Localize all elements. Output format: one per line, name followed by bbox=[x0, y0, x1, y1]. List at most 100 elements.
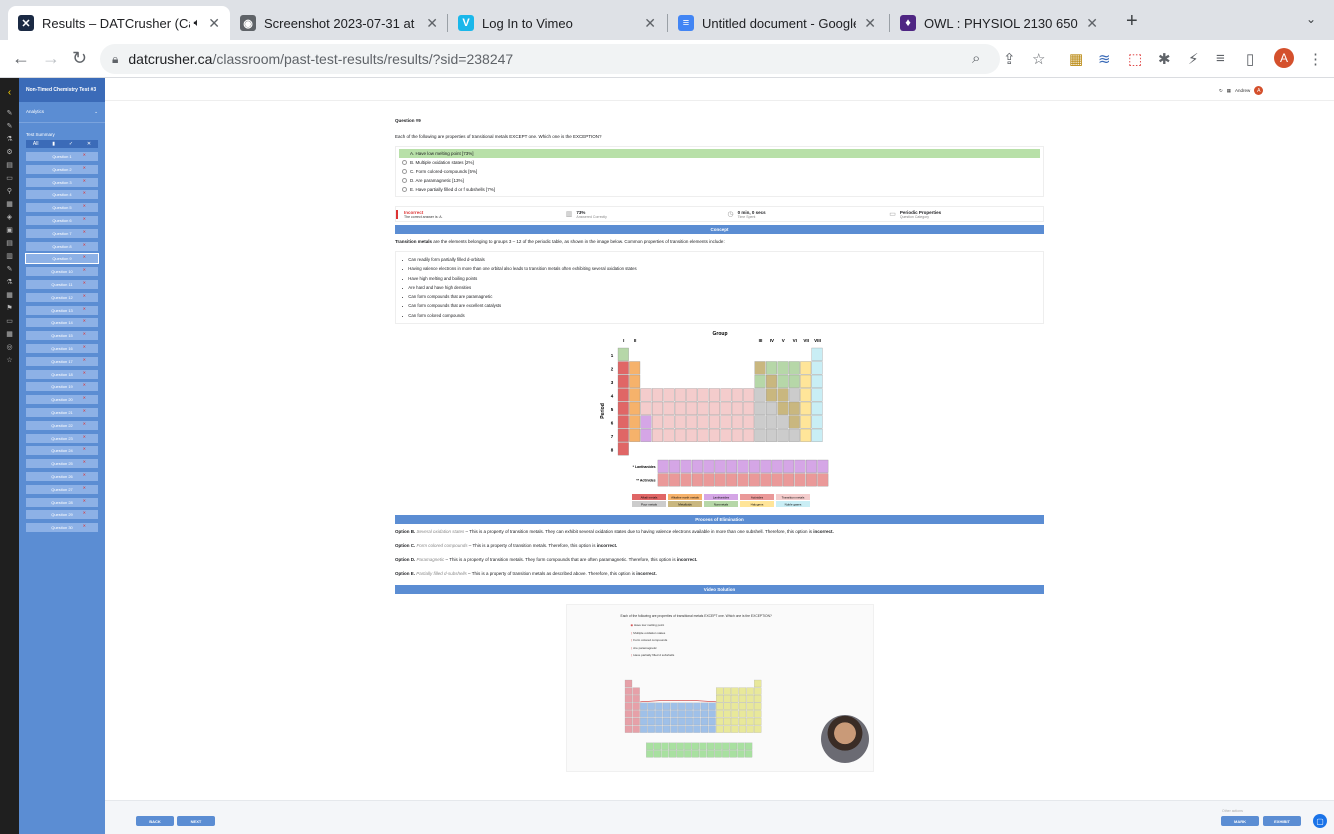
sidebar-question-22[interactable]: Question 22 ✕ bbox=[26, 420, 98, 430]
analytics-dropdown[interactable]: Analytics ⌄ bbox=[19, 102, 105, 123]
puzzle-extensions-icon[interactable]: ✱ bbox=[1158, 50, 1171, 68]
rail-icon-5[interactable]: ▤ bbox=[0, 158, 19, 171]
extension-2-icon[interactable]: ≋ bbox=[1098, 50, 1111, 68]
rail-icon-13[interactable]: ✎ bbox=[0, 262, 19, 275]
sidebar-question-15[interactable]: Question 15 ✕ bbox=[26, 331, 98, 341]
video-element-cell bbox=[631, 725, 640, 733]
sidebar-question-1[interactable]: Question 1 ✕ bbox=[26, 152, 98, 161]
sidebar-question-30[interactable]: Question 30 ✕ bbox=[26, 523, 98, 533]
performance-icon[interactable]: ⚡︎ bbox=[1188, 50, 1199, 68]
rail-icon-9[interactable]: ◈ bbox=[0, 210, 19, 223]
filter-correct-button[interactable]: ✓ bbox=[69, 141, 73, 147]
calculator-icon[interactable]: ▦ bbox=[1227, 88, 1231, 94]
back-arrow-icon[interactable]: ← bbox=[12, 48, 30, 69]
user-menu[interactable]: ↻ ▦ Andrew A bbox=[1219, 86, 1264, 95]
sidebar-question-19[interactable]: Question 19 ✕ bbox=[26, 382, 98, 392]
tab-close-icon[interactable]: ✕ bbox=[864, 15, 876, 32]
tab-1[interactable]: ✕ Results – DATCrusher (Can 🔈︎ ✕ bbox=[8, 6, 230, 40]
rail-icon-16[interactable]: ⚑ bbox=[0, 301, 19, 314]
pdf-extension-icon[interactable]: ⬚ bbox=[1128, 50, 1142, 68]
rail-icon-17[interactable]: ▭ bbox=[0, 314, 19, 327]
rail-icon-7[interactable]: ⚲ bbox=[0, 184, 19, 197]
collapse-chevron-icon[interactable]: ‹ bbox=[0, 78, 19, 106]
zoom-icon[interactable]: ⌕ bbox=[972, 50, 980, 67]
sidebar-question-11[interactable]: Question 11 ✕ bbox=[26, 279, 98, 289]
filter-marked-button[interactable]: ▮ bbox=[52, 141, 55, 147]
sidebar-question-18[interactable]: Question 18 ✕ bbox=[26, 369, 98, 379]
filter-incorrect-button[interactable]: ✕ bbox=[87, 141, 91, 147]
answer-option-e[interactable]: E. Have partially filled d or f subshell… bbox=[399, 185, 1040, 194]
sidebar-question-25[interactable]: Question 25 ✕ bbox=[26, 459, 98, 469]
answer-option-b[interactable]: B. Multiple oxidation states [2%] bbox=[399, 158, 1040, 167]
rail-icon-20[interactable]: ☆ bbox=[0, 353, 19, 366]
rail-icon-14[interactable]: ⚗ bbox=[0, 275, 19, 288]
sidebar-question-4[interactable]: Question 4 ✕ bbox=[26, 190, 98, 200]
tab-5[interactable]: ♦ OWL : PHYSIOL 2130 650 SU2 ✕ bbox=[890, 6, 1108, 40]
sidebar-question-9[interactable]: Question 9 ✕ bbox=[25, 253, 99, 265]
sidebar-question-16[interactable]: Question 16 ✕ bbox=[26, 343, 98, 353]
rail-icon-18[interactable]: ▦ bbox=[0, 327, 19, 340]
bookmark-star-icon[interactable]: ☆ bbox=[1032, 50, 1045, 68]
answer-option-a[interactable]: A. Have low melting point [73%] bbox=[399, 149, 1040, 158]
sidebar-question-10[interactable]: Question 10 ✕ bbox=[26, 267, 98, 277]
sidebar-question-28[interactable]: Question 28 ✕ bbox=[26, 497, 98, 507]
sidebar-question-14[interactable]: Question 14 ✕ bbox=[26, 318, 98, 328]
chat-bubble-icon[interactable]: ▢ bbox=[1313, 814, 1327, 828]
rail-icon-12[interactable]: ▥ bbox=[0, 249, 19, 262]
sidebar-question-21[interactable]: Question 21 ✕ bbox=[26, 407, 98, 417]
rail-icon-3[interactable]: ⚗ bbox=[0, 132, 19, 145]
sidebar-question-5[interactable]: Question 5 ✕ bbox=[26, 203, 98, 213]
sidebar-question-13[interactable]: Question 13 ✕ bbox=[26, 305, 98, 315]
rail-icon-10[interactable]: ▣ bbox=[0, 223, 19, 236]
sidebar-question-6[interactable]: Question 6 ✕ bbox=[26, 215, 98, 225]
rail-icon-11[interactable]: ▤ bbox=[0, 236, 19, 249]
rail-icon-15[interactable]: ▦ bbox=[0, 288, 19, 301]
sidebar-question-27[interactable]: Question 27 ✕ bbox=[26, 484, 98, 494]
tab-audio-icon[interactable]: 🔈︎ bbox=[194, 17, 201, 30]
tab-search-chevron-icon[interactable]: ⌄ bbox=[1306, 12, 1316, 26]
filter-all-button[interactable]: All bbox=[33, 141, 39, 147]
sidebar-question-23[interactable]: Question 23 ✕ bbox=[26, 433, 98, 443]
forward-arrow-icon[interactable]: → bbox=[42, 48, 60, 69]
tab-close-icon[interactable]: ✕ bbox=[1086, 15, 1098, 32]
sidebar-question-20[interactable]: Question 20 ✕ bbox=[26, 395, 98, 405]
profile-avatar[interactable]: A bbox=[1274, 48, 1294, 68]
refresh-icon[interactable]: ↻ bbox=[1219, 88, 1223, 94]
tab-close-icon[interactable]: ✕ bbox=[426, 15, 438, 32]
exhibit-button[interactable]: EXHIBIT bbox=[1263, 816, 1301, 826]
answer-option-d[interactable]: D. Are paramagnetic [13%] bbox=[399, 176, 1040, 185]
tab-close-icon[interactable]: ✕ bbox=[644, 15, 656, 32]
sidebar-question-24[interactable]: Question 24 ✕ bbox=[26, 446, 98, 456]
mark-button[interactable]: MARK bbox=[1221, 816, 1259, 826]
share-icon[interactable]: ⇪ bbox=[1003, 50, 1016, 68]
rail-icon-2[interactable]: ✎ bbox=[0, 119, 19, 132]
rail-icon-6[interactable]: ▭ bbox=[0, 171, 19, 184]
sidebar-question-12[interactable]: Question 12 ✕ bbox=[26, 292, 98, 302]
sidebar-question-26[interactable]: Question 26 ✕ bbox=[26, 471, 98, 481]
rail-icon-4[interactable]: ⚙ bbox=[0, 145, 19, 158]
next-button[interactable]: NEXT bbox=[177, 816, 215, 826]
sidebar-question-3[interactable]: Question 3 ✕ bbox=[26, 177, 98, 187]
sidebar-question-29[interactable]: Question 29 ✕ bbox=[26, 510, 98, 520]
reload-icon[interactable]: ↻ bbox=[72, 48, 87, 69]
sidebar-question-2[interactable]: Question 2 ✕ bbox=[26, 164, 98, 174]
address-bar[interactable]: 🔒︎ datcrusher.ca/classroom/past-test-res… bbox=[100, 44, 1000, 74]
new-tab-plus-icon[interactable]: + bbox=[1126, 10, 1138, 33]
reading-list-icon[interactable]: ≡ bbox=[1216, 50, 1225, 67]
back-button[interactable]: BACK bbox=[136, 816, 174, 826]
browser-menu-icon[interactable]: ⋮ bbox=[1308, 50, 1323, 68]
tab-3[interactable]: V Log In to Vimeo ✕ bbox=[448, 6, 666, 40]
rail-icon-19[interactable]: ◎ bbox=[0, 340, 19, 353]
tab-2[interactable]: ◉ Screenshot 2023-07-31 at 5.0 ✕ bbox=[230, 6, 448, 40]
answer-option-c[interactable]: C. Form colored-compounds [5%] bbox=[399, 167, 1040, 176]
sidebar-question-7[interactable]: Question 7 ✕ bbox=[26, 228, 98, 238]
video-player[interactable]: Each of the following are properties of … bbox=[565, 604, 874, 773]
side-panel-icon[interactable]: ▯ bbox=[1246, 50, 1254, 68]
extension-1-icon[interactable]: ▦ bbox=[1069, 50, 1083, 68]
sidebar-question-17[interactable]: Question 17 ✕ bbox=[26, 356, 98, 366]
tab-4[interactable]: ≡ Untitled document - Google Do ✕ bbox=[668, 6, 886, 40]
rail-icon-1[interactable]: ✎ bbox=[0, 106, 19, 119]
rail-icon-8[interactable]: ▦ bbox=[0, 197, 19, 210]
tab-close-icon[interactable]: ✕ bbox=[208, 15, 220, 32]
sidebar-question-8[interactable]: Question 8 ✕ bbox=[26, 241, 98, 251]
